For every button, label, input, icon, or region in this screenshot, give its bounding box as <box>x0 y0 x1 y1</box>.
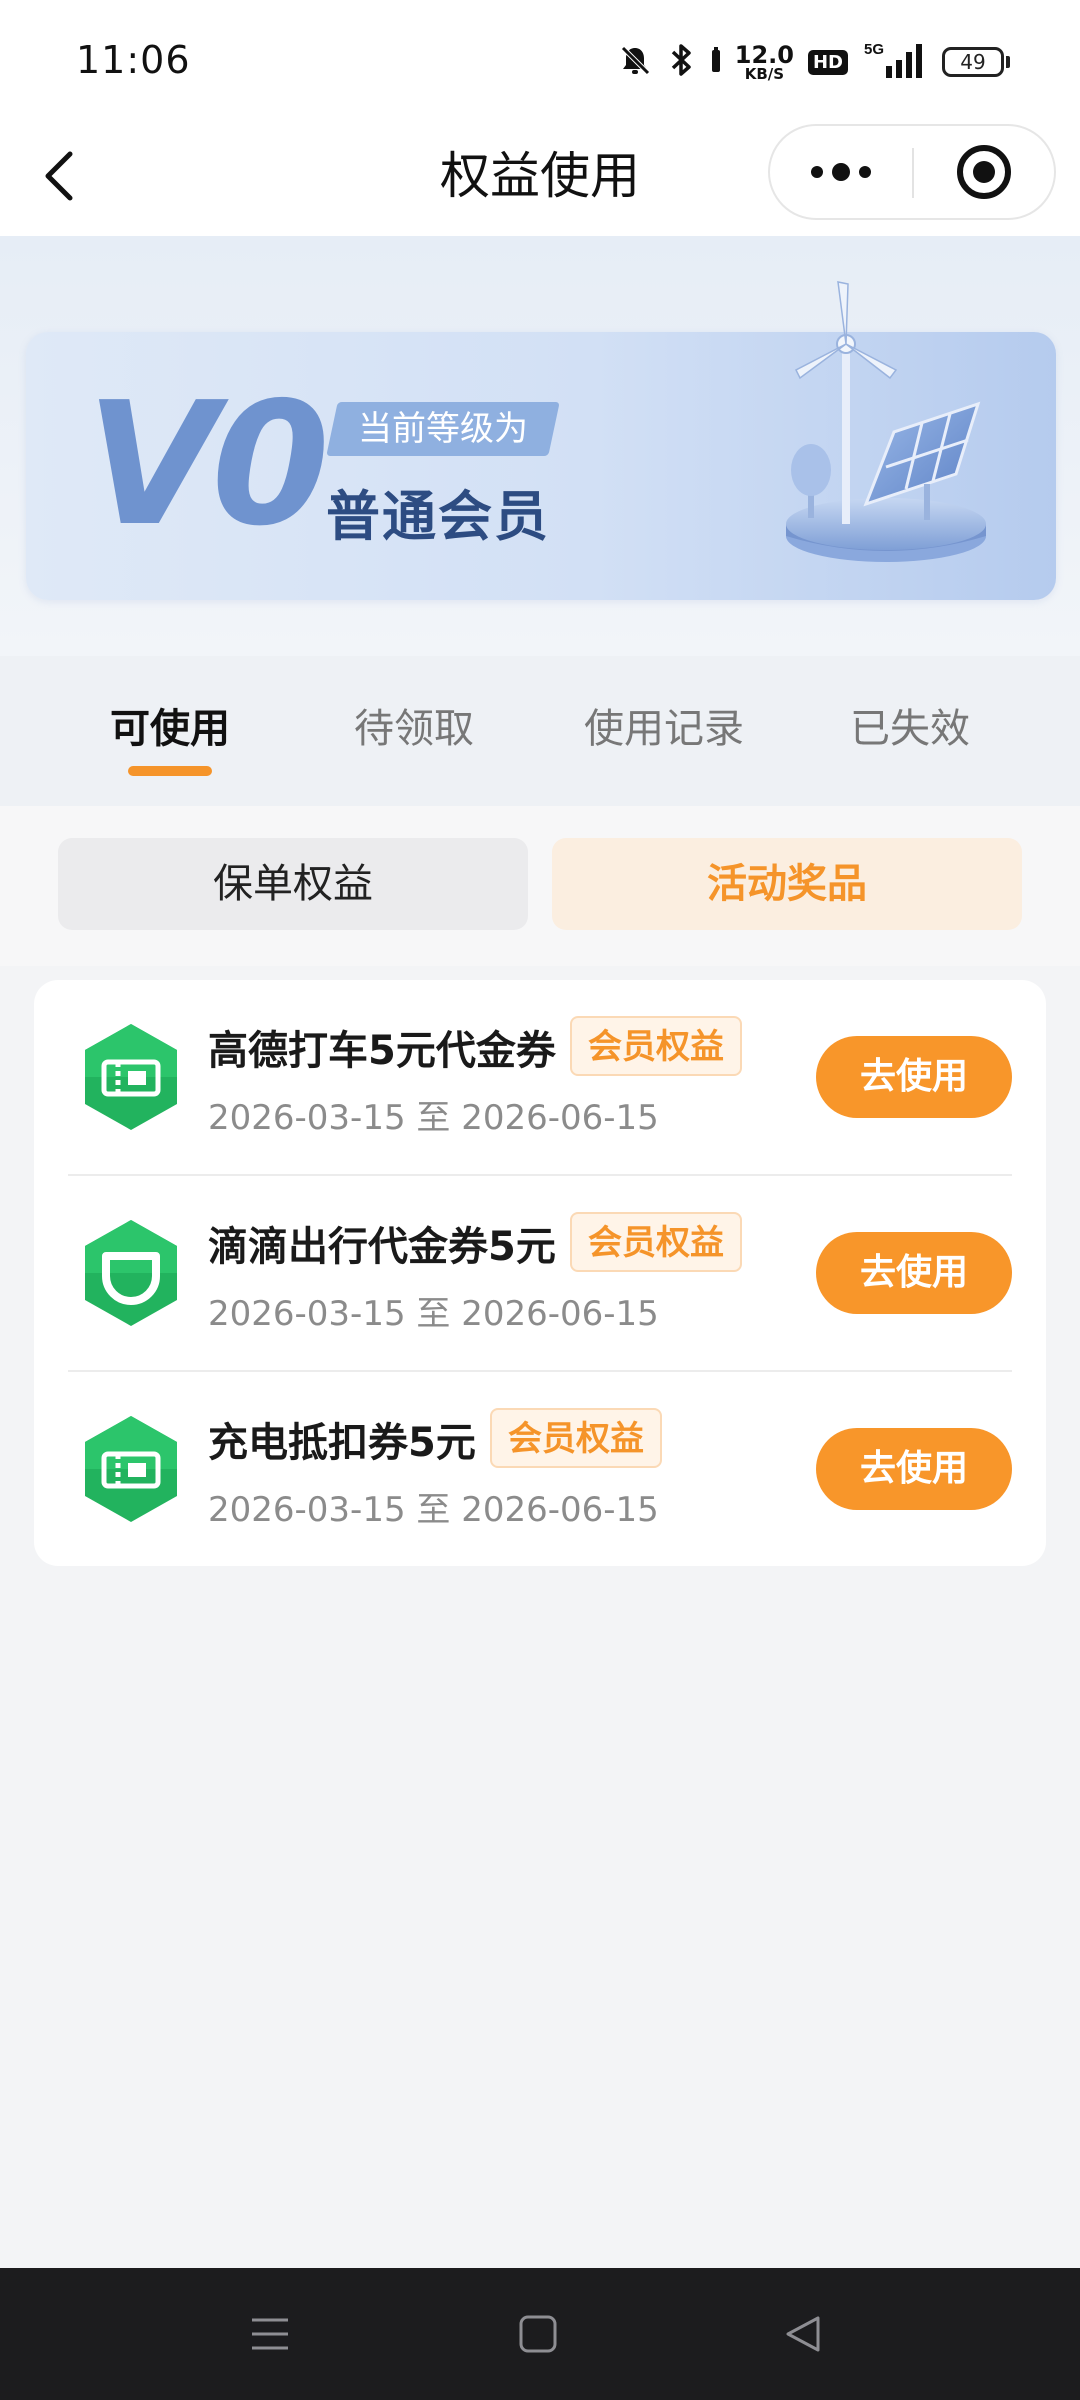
target-close-icon <box>957 145 1011 199</box>
system-navigation-bar <box>0 2268 1080 2400</box>
member-level-prefix: 当前等级为 <box>358 409 528 449</box>
voucher-validity: 2026-03-15 至 2026-06-15 <box>208 1098 659 1138</box>
member-banner-area: V0 当前等级为 普通会员 <box>0 236 1080 656</box>
didi-logo-icon <box>85 1220 177 1326</box>
use-voucher-button[interactable]: 去使用 <box>816 1036 1012 1118</box>
net-speed: 12.0 KB/S <box>735 43 794 82</box>
wind-turbine-solar-illustration <box>786 281 986 562</box>
list-item: 高德打车5元代金券 会员权益 2026-03-15 至 2026-06-15 去… <box>34 980 1046 1176</box>
net-speed-unit: KB/S <box>744 64 785 83</box>
back-system-button[interactable] <box>768 2298 840 2370</box>
member-level-code: V0 <box>86 366 330 564</box>
status-bar: 11:06 12.0 KB/S HD 5G 49 <box>0 0 1080 120</box>
tab-usage-record[interactable]: 使用记录 <box>584 696 744 754</box>
mute-bell-icon <box>617 42 653 82</box>
5g-signal-icon: 5G <box>862 40 928 84</box>
bluetooth-icon <box>667 41 697 83</box>
voucher-title: 高德打车5元代金券 <box>208 1028 556 1074</box>
voucher-title: 滴滴出行代金券5元 <box>208 1224 556 1270</box>
voucher-validity: 2026-03-15 至 2026-06-15 <box>208 1490 659 1530</box>
nav-bar: 权益使用 <box>0 120 1080 236</box>
menu-icon <box>252 2318 288 2350</box>
tab-active-indicator <box>128 766 212 776</box>
list-item: 滴滴出行代金券5元 会员权益 2026-03-15 至 2026-06-15 去… <box>34 1176 1046 1372</box>
menu-button[interactable] <box>234 2298 306 2370</box>
tab-expired[interactable]: 已失效 <box>850 696 970 754</box>
voucher-validity: 2026-03-15 至 2026-06-15 <box>208 1294 659 1334</box>
segment-activity-prizes[interactable]: 活动奖品 <box>552 838 1022 930</box>
benefit-tabs: 可使用 待领取 使用记录 已失效 <box>0 656 1080 806</box>
list-item: 充电抵扣券5元 会员权益 2026-03-15 至 2026-06-15 去使用 <box>34 1372 1046 1568</box>
member-level-name: 普通会员 <box>326 485 550 548</box>
use-voucher-button[interactable]: 去使用 <box>816 1428 1012 1510</box>
network-label: 5G <box>864 41 884 58</box>
net-speed-value: 12.0 <box>734 40 794 69</box>
member-benefit-badge: 会员权益 <box>570 1212 742 1272</box>
mini-program-capsule <box>768 124 1056 220</box>
hd-icon: HD <box>807 49 848 75</box>
battery-icon: 49 <box>942 47 1010 77</box>
voucher-list: 高德打车5元代金券 会员权益 2026-03-15 至 2026-06-15 去… <box>34 980 1046 1566</box>
home-square-icon <box>519 2315 557 2353</box>
home-button[interactable] <box>502 2298 574 2370</box>
member-benefit-badge: 会员权益 <box>570 1016 742 1076</box>
member-level-card: V0 当前等级为 普通会员 <box>26 281 1056 600</box>
tab-to-claim[interactable]: 待领取 <box>354 696 474 754</box>
ticket-voucher-icon <box>85 1024 177 1130</box>
member-level-prefix-tag: 当前等级为 <box>326 402 560 456</box>
member-benefit-badge: 会员权益 <box>490 1408 662 1468</box>
status-time: 11:06 <box>76 38 191 82</box>
back-triangle-icon <box>786 2316 820 2352</box>
status-icons: 12.0 KB/S HD 5G 49 <box>617 34 1010 90</box>
ticket-voucher-icon <box>85 1416 177 1522</box>
battery-small-icon <box>711 47 721 77</box>
more-button[interactable] <box>770 126 912 218</box>
battery-level: 49 <box>942 47 1004 77</box>
more-dots-icon <box>811 163 871 181</box>
benefit-type-segment: 保单权益 活动奖品 <box>0 806 1080 966</box>
voucher-title: 充电抵扣券5元 <box>208 1420 476 1466</box>
use-voucher-button[interactable]: 去使用 <box>816 1232 1012 1314</box>
close-mini-program-button[interactable] <box>914 126 1054 218</box>
segment-policy-benefits[interactable]: 保单权益 <box>58 838 528 930</box>
tab-available[interactable]: 可使用 <box>110 696 230 754</box>
